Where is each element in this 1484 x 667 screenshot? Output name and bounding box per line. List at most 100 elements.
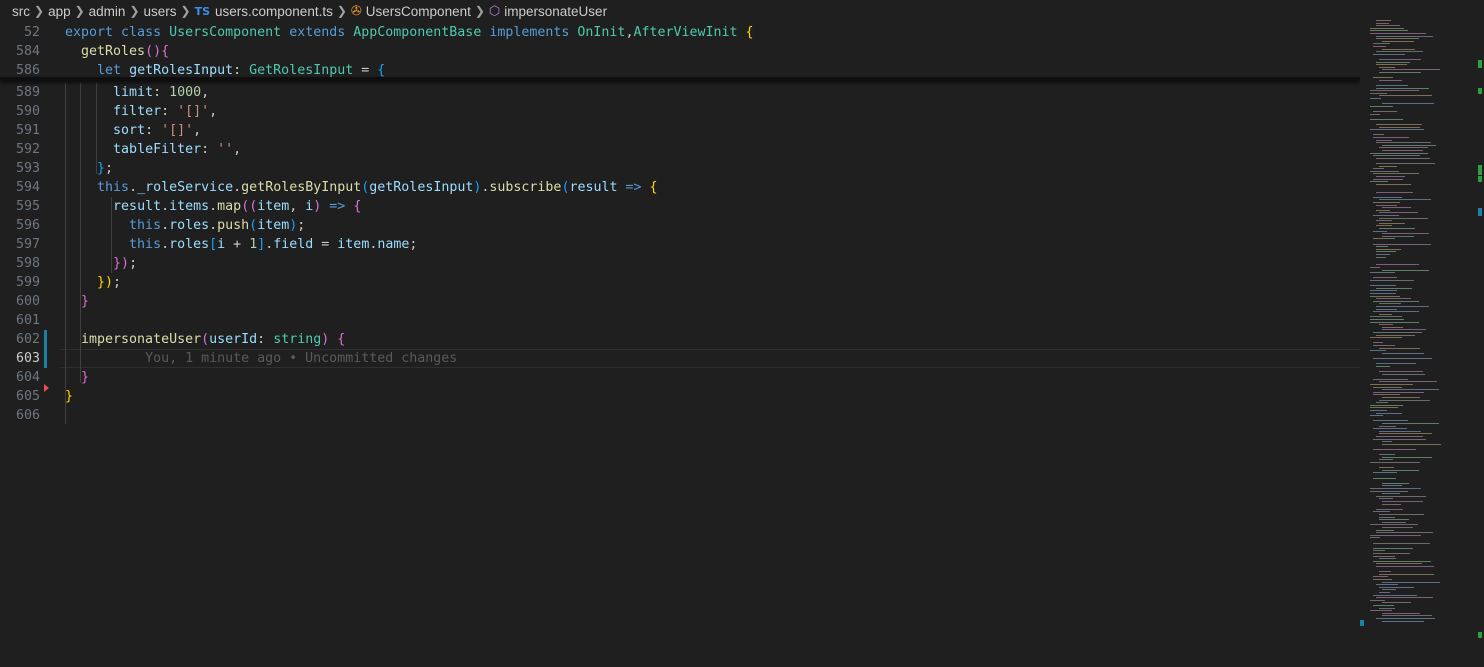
code-line[interactable]: 599 });: [0, 273, 1360, 292]
minimap-line: [1376, 251, 1396, 253]
minimap-line: [1370, 90, 1419, 92]
minimap-line: [1370, 537, 1380, 539]
breadcrumb-item-file[interactable]: TS users.component.ts: [195, 4, 333, 19]
breadcrumb-item-app[interactable]: app: [48, 4, 71, 19]
method-symbol-icon: ⬡: [488, 3, 501, 18]
line-number: 602: [15, 332, 40, 347]
code-text: });: [65, 273, 121, 292]
code-text: tableFilter: '',: [65, 140, 241, 159]
breadcrumb-item-class[interactable]: ✇ UsersComponent: [351, 3, 471, 19]
minimap-line: [1373, 560, 1431, 562]
code-token: .: [161, 199, 170, 214]
minimap-line: [1373, 134, 1384, 136]
minimap-line: [1370, 524, 1418, 526]
code-line[interactable]: 589 limit: 1000,: [0, 83, 1360, 102]
minimap-line: [1376, 246, 1388, 248]
code-line[interactable]: 596 this.roles.push(item);: [0, 216, 1360, 235]
code-line[interactable]: 603 You, 1 minute ago • Uncommitted chan…: [0, 349, 1360, 368]
minimap-line: [1379, 519, 1409, 521]
code-editor[interactable]: 52 export class UsersComponent extends Ap…: [0, 22, 1360, 667]
code-line[interactable]: 600 }: [0, 292, 1360, 311]
code-line[interactable]: 605}: [0, 387, 1360, 406]
code-token: implements: [489, 25, 578, 40]
code-token: {: [745, 25, 754, 40]
chevron-right-icon: ❯: [34, 4, 45, 18]
minimap-line: [1379, 79, 1402, 81]
minimap-line: [1373, 358, 1432, 359]
minimap-line: [1382, 469, 1419, 471]
line-number: 596: [15, 218, 40, 233]
git-modified-gutter-marker[interactable]: [44, 330, 47, 368]
minimap-line: [1379, 72, 1421, 73]
code-token: ,: [289, 199, 306, 214]
minimap-line: [1379, 454, 1395, 456]
chevron-right-icon: ❯: [180, 4, 191, 18]
line-number: 603: [15, 351, 40, 366]
code-token: {: [377, 63, 386, 78]
git-deleted-gutter-marker[interactable]: [44, 384, 49, 392]
code-line[interactable]: 592 tableFilter: '',: [0, 140, 1360, 159]
minimap-line: [1379, 430, 1421, 432]
minimap-line: [1370, 27, 1404, 29]
code-line[interactable]: 606: [0, 406, 1360, 425]
code-token: ;: [105, 161, 114, 176]
code-line[interactable]: 590 filter: '[]',: [0, 102, 1360, 121]
minimap-line: [1373, 579, 1392, 580]
code-token: }: [65, 389, 74, 404]
minimap-line: [1376, 61, 1410, 63]
code-token: }): [97, 275, 114, 290]
code-line[interactable]: 595 result.items.map((item, i) => {: [0, 197, 1360, 216]
code-text: result.items.map((item, i) => {: [65, 197, 361, 216]
code-text: getRoles(){: [65, 42, 169, 61]
code-line[interactable]: 604 }: [0, 368, 1360, 387]
code-line[interactable]: 593 };: [0, 159, 1360, 178]
line-number: 593: [15, 161, 40, 176]
breadcrumb-item-admin[interactable]: admin: [89, 4, 126, 19]
minimap-line: [1370, 129, 1424, 131]
chevron-right-icon: ❯: [336, 4, 347, 18]
breadcrumb-item-src[interactable]: src: [12, 4, 30, 19]
code-line[interactable]: 52 export class UsersComponent extends Ap…: [0, 23, 1360, 42]
code-line[interactable]: 602 impersonateUser(userId: string) {: [0, 330, 1360, 349]
minimap-line: [1373, 111, 1397, 112]
code-line[interactable]: 591 sort: '[]',: [0, 121, 1360, 140]
minimap-line: [1382, 269, 1429, 271]
minimap-line: [1373, 137, 1409, 138]
code-token: 1: [249, 237, 258, 252]
line-number: 599: [15, 275, 40, 290]
minimap-line: [1379, 228, 1415, 229]
code-token: item: [257, 199, 290, 214]
minimap-line: [1379, 571, 1391, 573]
code-line[interactable]: 597 this.roles[i + 1].field = item.name;: [0, 235, 1360, 254]
code-line[interactable]: 598 });: [0, 254, 1360, 273]
code-text: this._roleService.getRolesByInput(getRol…: [65, 178, 658, 197]
minimap-line: [1379, 165, 1397, 167]
minimap-line: [1382, 521, 1406, 523]
minimap-change-marker: [1360, 620, 1364, 626]
line-number: 605: [15, 389, 40, 404]
minimap-line: [1376, 566, 1434, 567]
minimap[interactable]: [1360, 0, 1484, 667]
code-token: [: [209, 237, 218, 252]
code-line[interactable]: 584 getRoles(){: [0, 42, 1360, 61]
breadcrumb-item-users[interactable]: users: [144, 4, 177, 19]
minimap-line: [1373, 238, 1395, 240]
code-text: }: [65, 292, 89, 311]
breadcrumb-item-method[interactable]: ⬡ impersonateUser: [489, 3, 607, 19]
minimap-line: [1382, 581, 1440, 583]
minimap-line: [1373, 277, 1397, 279]
code-line[interactable]: 594 this._roleService.getRolesByInput(ge…: [0, 178, 1360, 197]
minimap-line: [1379, 558, 1396, 560]
minimap-line: [1373, 173, 1419, 175]
breadcrumb-label: UsersComponent: [365, 3, 471, 19]
code-token: item: [257, 218, 290, 233]
code-token: getRoles: [81, 44, 146, 59]
code-token: (): [145, 44, 162, 59]
minimap-line: [1382, 207, 1411, 209]
code-line[interactable]: 601: [0, 311, 1360, 330]
code-token: UsersComponent: [169, 25, 290, 40]
